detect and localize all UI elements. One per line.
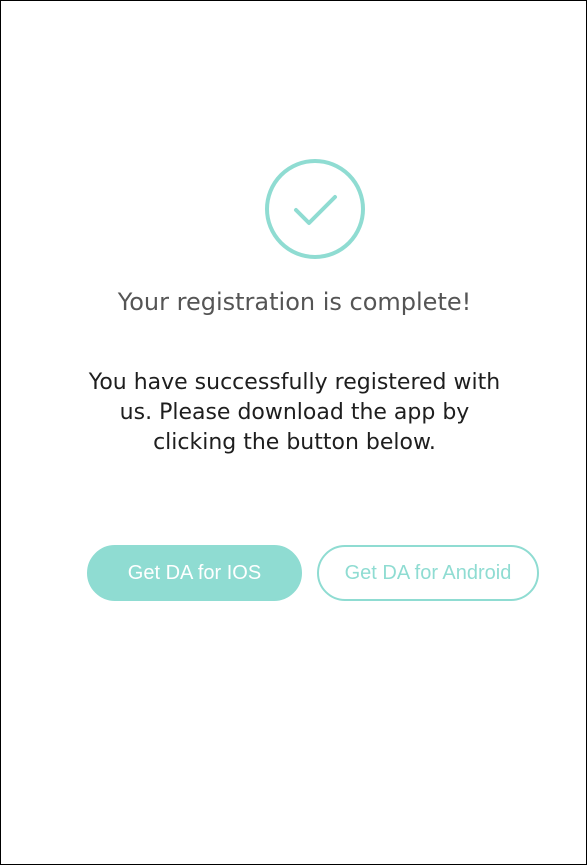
page-title: Your registration is complete! bbox=[117, 288, 472, 316]
registration-complete-page: Your registration is complete! You have … bbox=[0, 0, 587, 865]
get-android-app-button[interactable]: Get DA for Android bbox=[317, 545, 539, 601]
check-circle-icon bbox=[265, 159, 365, 259]
get-ios-app-button[interactable]: Get DA for IOS bbox=[87, 545, 302, 601]
success-message: You have successfully registered with us… bbox=[88, 370, 501, 455]
